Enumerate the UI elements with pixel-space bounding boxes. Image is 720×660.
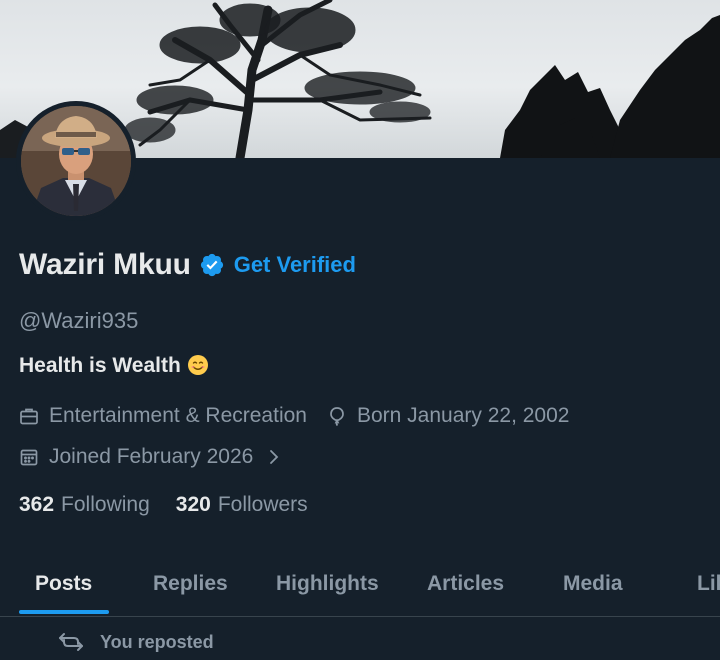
profile-stats: 362 Following 320 Followers	[19, 493, 308, 517]
profile-meta-row-2: Joined February 2026	[19, 445, 281, 469]
briefcase-icon	[19, 406, 39, 426]
tab-likes[interactable]: Likes	[697, 552, 720, 616]
profile-handle: @Waziri935	[19, 308, 139, 333]
profile-photo-illustration	[21, 106, 131, 216]
birthday-text: Born January 22, 2002	[356, 404, 570, 427]
followers-label: Followers	[217, 493, 308, 516]
smiling-face-emoji-icon	[187, 354, 209, 376]
tab-highlights[interactable]: Highlights	[276, 552, 379, 616]
repost-label: You reposted	[100, 631, 214, 652]
category-text: Entertainment & Recreation	[49, 404, 307, 427]
tab-media[interactable]: Media	[563, 552, 623, 616]
profile-name-row: Waziri Mkuu Get Verified	[19, 248, 356, 282]
tab-replies[interactable]: Replies	[153, 552, 228, 616]
following-link[interactable]: 362 Following	[19, 493, 150, 517]
profile-joined[interactable]: Joined February 2026	[19, 445, 281, 469]
repost-context: You reposted	[58, 631, 214, 653]
avatar-ring	[16, 101, 136, 221]
profile-bio: Health is Wealth	[19, 354, 209, 378]
following-count: 362	[19, 493, 55, 516]
tab-posts[interactable]: Posts	[35, 552, 92, 616]
calendar-icon	[19, 447, 39, 467]
followers-count: 320	[175, 493, 211, 516]
joined-text: Joined February 2026	[49, 445, 254, 468]
following-label: Following	[61, 493, 150, 516]
balloon-icon	[327, 406, 347, 427]
chevron-right-icon[interactable]	[267, 448, 281, 466]
verified-badge-icon[interactable]	[199, 252, 225, 278]
tab-articles[interactable]: Articles	[427, 552, 504, 616]
profile-birthday: Born January 22, 2002	[327, 404, 569, 428]
profile-category: Entertainment & Recreation	[19, 404, 307, 428]
profile-meta-row-1: Entertainment & Recreation Born January …	[19, 404, 569, 428]
followers-link[interactable]: 320 Followers	[176, 493, 308, 517]
avatar[interactable]	[21, 106, 131, 216]
repost-icon	[58, 631, 84, 653]
active-tab-indicator	[19, 610, 109, 614]
profile-name: Waziri Mkuu	[19, 248, 191, 281]
get-verified-link[interactable]: Get Verified	[234, 252, 356, 278]
bio-text: Health is Wealth	[19, 354, 181, 377]
profile-tabs: Posts Replies Highlights Articles Media …	[0, 552, 720, 617]
